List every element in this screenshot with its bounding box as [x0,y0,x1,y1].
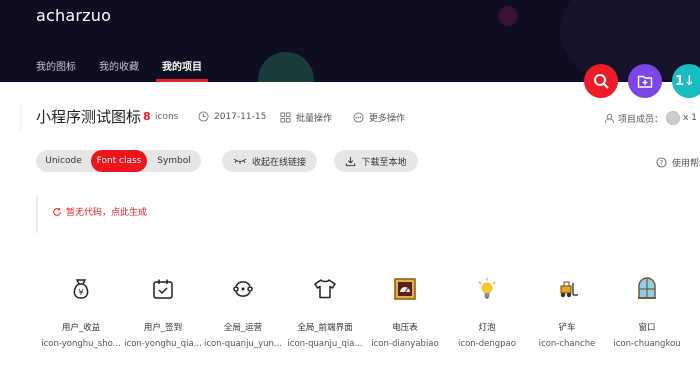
eye-closed-icon [233,158,247,164]
svg-text:¥: ¥ [78,288,83,297]
tshirt-icon [312,276,338,302]
generate-code-link[interactable]: 暂无代码，点此生成 [52,205,147,218]
icon-code: icon-quanju_yun... [204,339,282,349]
icon-code: icon-yonghu_qia... [124,339,202,349]
icon-name: 灯泡 [478,323,496,333]
icon-code: icon-chanche [538,339,596,349]
batch-operation-label: 批量操作 [296,114,333,124]
folder-add-icon [637,75,653,88]
icon-count: 8 [143,110,151,123]
site-logo[interactable]: acharzuo [36,6,111,25]
icon-name: 铲车 [558,323,576,333]
icon-code: icon-yonghu_sho... [41,339,121,349]
forklift-icon [554,276,580,302]
money-bag-icon: ¥ [68,276,94,302]
sort-icon: 1↓ [675,73,695,89]
divider [20,104,21,130]
batch-operation-button[interactable]: 批量操作 [280,111,332,124]
code-type-switch: Unicode Font class Symbol [36,150,201,172]
members-label: 项目成员： [618,114,664,125]
icon-name: 窗口 [638,323,656,333]
icon-item[interactable]: ¥ 用户_收益 icon-yonghu_sho... [40,276,122,349]
help-link[interactable]: ? 使用帮助 [656,156,700,169]
refresh-icon [53,207,61,216]
icon-count-label: icons [155,112,179,122]
new-project-button[interactable] [628,64,662,98]
project-members[interactable]: 项目成员： x 1 [604,111,697,125]
avatar[interactable] [666,111,681,125]
active-tab-indicator [156,79,208,82]
icon-item[interactable]: 全局_前端界面 icon-quanju_qia... [284,276,366,349]
icon-code: icon-quanju_qia... [287,339,363,349]
project-date: 2017-11-15 [198,111,266,122]
icon-name: 全局_前端界面 [297,323,353,333]
svg-text:?: ? [660,159,664,167]
help-label: 使用帮助 [672,159,700,169]
segment-font-class[interactable]: Font class [91,150,147,172]
icon-item[interactable]: 窗口 icon-chuangkou [606,276,688,349]
segment-unicode[interactable]: Unicode [36,150,91,172]
icon-item[interactable]: 铲车 icon-chanche [526,276,608,349]
tab-my-projects[interactable]: 我的项目 [162,58,202,73]
tab-my-icons[interactable]: 我的图标 [36,58,76,73]
tab-my-favorites[interactable]: 我的收藏 [99,58,139,73]
help-icon: ? [656,157,667,168]
icon-name: 全局_运营 [223,323,263,333]
download-label: 下载至本地 [361,157,407,168]
user-icon [604,113,615,123]
more-operations-label: 更多操作 [369,114,406,124]
more-operations-button[interactable]: 更多操作 [353,111,405,124]
operation-cycle-icon [230,276,256,302]
icon-name: 电压表 [392,323,418,333]
collapse-online-link-label: 收起在线链接 [251,157,306,168]
light-bulb-icon [474,276,500,302]
icon-item[interactable]: 电压表 icon-dianyabiao [364,276,446,349]
search-icon [594,74,609,89]
sort-button[interactable]: 1↓ [672,64,700,98]
icon-item[interactable]: 全局_运营 icon-quanju_yun... [202,276,284,349]
grid-icon [280,112,291,123]
members-count: x 1 [683,113,697,123]
header-decoration [498,6,518,26]
more-icon [353,112,364,123]
project-date-text: 2017-11-15 [214,111,267,122]
voltmeter-icon [392,276,418,302]
icon-code: icon-chuangkou [613,339,681,349]
download-icon [346,156,356,166]
window-icon [634,276,660,302]
clock-icon [198,111,209,122]
calendar-check-icon [150,276,176,302]
icon-item[interactable]: 用户_签到 icon-yonghu_qia... [122,276,204,349]
download-button[interactable]: 下载至本地 [334,150,418,172]
icon-name: 用户_签到 [143,323,183,333]
generate-code-text: 暂无代码，点此生成 [66,208,148,218]
project-title: 小程序测试图标 [36,108,142,126]
code-area: 暂无代码，点此生成 [36,195,700,233]
icon-code: icon-dianyabiao [371,339,439,349]
icon-item[interactable]: 灯泡 icon-dengpao [446,276,528,349]
search-button[interactable] [584,64,618,98]
icon-code: icon-dengpao [458,339,516,349]
segment-symbol[interactable]: Symbol [147,150,201,172]
icon-name: 用户_收益 [61,323,101,333]
collapse-online-link-button[interactable]: 收起在线链接 [222,150,317,172]
header-decoration [258,52,314,82]
